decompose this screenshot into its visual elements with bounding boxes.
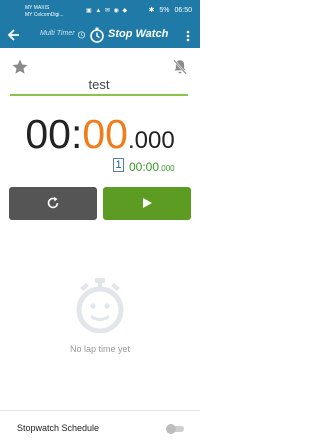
reset-icon	[47, 197, 59, 209]
carrier-label-1: MY MAXIS	[25, 5, 50, 11]
reset-button[interactable]	[9, 187, 97, 220]
empty-laps-message: No lap time yet	[69, 344, 131, 354]
schedule-label: Stopwatch Schedule	[17, 423, 100, 433]
stopwatch-icon	[90, 27, 104, 43]
star-icon[interactable]	[11, 58, 29, 76]
more-vert-icon[interactable]	[184, 28, 192, 44]
schedule-toggle[interactable]	[166, 424, 184, 434]
status-right: ✱ 5% 06:50	[146, 6, 192, 14]
back-arrow-icon[interactable]	[6, 27, 22, 43]
clock: 06:50	[174, 7, 192, 14]
time-seconds: 00	[82, 111, 128, 157]
play-icon	[143, 198, 152, 208]
stopwatch-schedule-row[interactable]: Stopwatch Schedule	[0, 410, 200, 445]
battery-level: 5%	[159, 7, 170, 14]
page-title: Stop Watch	[108, 28, 169, 40]
status-bar: MY MAXIS MY CelcomDigi... ▣ ▲ ✉ ◉ ◆ ✱ 5%…	[0, 0, 200, 24]
alarm-clock-icon[interactable]	[77, 30, 86, 39]
time-minutes: 00	[25, 111, 71, 157]
lap-time-main: 00:00	[129, 160, 160, 174]
multi-timer-tab[interactable]: Multi Timer	[40, 30, 75, 37]
start-button[interactable]	[103, 187, 191, 220]
lap-time: 00:00.000	[129, 158, 175, 176]
lap-number: 1	[113, 158, 124, 172]
bluetooth-icon: ✱	[148, 7, 155, 14]
lap-time-ms: .000	[159, 164, 175, 173]
app-bar: Multi Timer Stop Watch	[0, 24, 200, 48]
toggle-thumb	[166, 424, 176, 434]
time-colon: :	[70, 111, 83, 157]
carrier-label-2: MY CelcomDigi...	[25, 12, 64, 18]
stopwatch-name-field[interactable]: test	[10, 76, 188, 96]
time-milliseconds: .000	[127, 127, 175, 154]
empty-stopwatch-icon	[76, 278, 124, 333]
notification-icons: ▣ ▲ ✉ ◉ ◆	[86, 8, 129, 14]
bell-off-icon[interactable]	[171, 58, 189, 76]
elapsed-time-display: 00:00.000	[0, 111, 200, 158]
